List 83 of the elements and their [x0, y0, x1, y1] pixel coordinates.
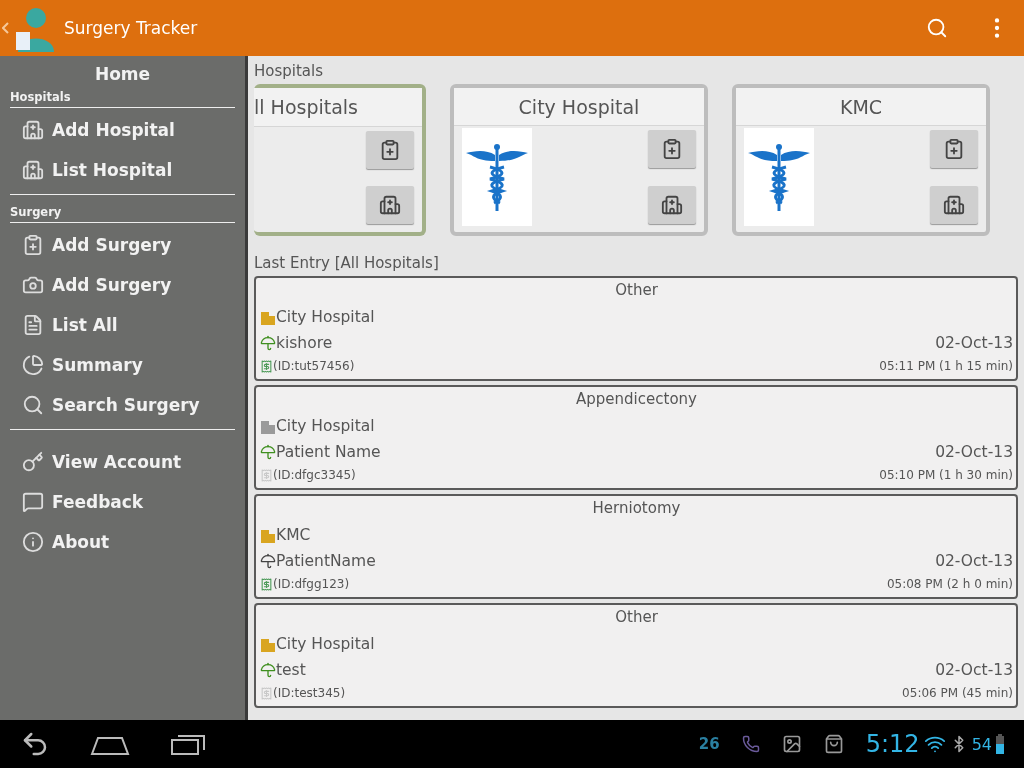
add-surgery-button[interactable] [366, 131, 414, 169]
hospital-icon [661, 194, 683, 216]
message-icon [22, 491, 44, 513]
clipboard-plus-icon [661, 138, 683, 160]
add-surgery-button[interactable] [648, 130, 696, 168]
hospital-card[interactable]: KMC [732, 84, 990, 236]
card-title: ll Hospitals [254, 88, 422, 127]
hospital-icon [379, 194, 401, 216]
section-header: Hospitals [10, 90, 235, 108]
add-hospital-button[interactable] [366, 186, 414, 224]
clipboard-plus-icon [379, 139, 401, 161]
phone-icon [741, 735, 760, 753]
entry-card[interactable]: Herniotomy KMC PatientName 02-Oct-13 (ID:dfgg123) 05:08 PM (2 h 0 min) [254, 494, 1018, 599]
entry-date: 02-Oct-13 [935, 333, 1013, 352]
surgery-name: Other [614, 608, 659, 628]
section-header: Surgery [10, 205, 235, 223]
battery-percentage: 54 [971, 734, 992, 754]
entry-time: 05:10 PM (1 h 30 min) [879, 468, 1013, 483]
patient-id: (ID:dfgg123) [273, 577, 350, 592]
drawer-item[interactable]: List Hospital [10, 150, 235, 190]
recent-apps-button[interactable] [170, 732, 206, 756]
search-icon [22, 394, 44, 416]
surgery-name: Herniotomy [591, 499, 682, 519]
drawer-item[interactable]: List All [10, 305, 235, 345]
drawer-item[interactable]: Feedback [10, 482, 235, 522]
image-icon [781, 734, 802, 754]
edit-hospital-button[interactable] [648, 186, 696, 224]
patient-id: (ID:dfgc3345) [273, 468, 356, 483]
drawer-item[interactable]: View Account [10, 442, 235, 482]
section-label: Last Entry [All Hospitals] [254, 254, 440, 272]
battery-icon [996, 734, 1004, 754]
temperature-text: 26 [698, 735, 720, 753]
entry-date: 02-Oct-13 [935, 442, 1013, 461]
entry-date: 02-Oct-13 [935, 551, 1013, 570]
hospital-card[interactable]: City Hospital [450, 84, 708, 236]
shopping-bag-icon [823, 734, 844, 754]
hospital-name: City Hospital [276, 417, 375, 435]
add-surgery-button[interactable] [930, 130, 978, 168]
info-icon [22, 531, 44, 553]
document-icon [22, 314, 44, 336]
camera-icon [22, 274, 44, 296]
drawer-item[interactable]: About [10, 522, 235, 562]
hospital-plus-icon [22, 119, 44, 141]
drawer-item[interactable]: Search Surgery [10, 385, 235, 425]
patient-name: Patient Name [276, 442, 381, 461]
clipboard-plus-icon [943, 138, 965, 160]
search-icon[interactable] [926, 17, 948, 39]
entry-card[interactable]: Other City Hospital test 02-Oct-13 (ID:test345) 05:06 PM (45 min) [254, 603, 1018, 708]
patient-name: test [276, 660, 306, 679]
entry-card[interactable]: Appendicectony City Hospital Patient Name 02-Oct-13 (ID:dfgc3345) 05:10 PM (1 h 30 min) [254, 385, 1018, 490]
surgery-name: Other [614, 281, 659, 301]
patient-id: (ID:test345) [273, 686, 346, 701]
pie-chart-icon [22, 354, 44, 376]
hospital-name: City Hospital [276, 308, 375, 326]
hospital-icon [22, 159, 44, 181]
hospital-name: City Hospital [276, 635, 375, 653]
entry-time: 05:11 PM (1 h 15 min) [879, 359, 1013, 374]
card-title: KMC [736, 88, 986, 126]
edit-hospital-button[interactable] [930, 186, 978, 224]
entry-date: 02-Oct-13 [935, 660, 1013, 679]
entry-time: 05:06 PM (45 min) [902, 686, 1013, 701]
drawer-title[interactable]: Home [10, 64, 235, 84]
drawer-item[interactable]: Summary [10, 345, 235, 385]
surgery-name: Appendicectony [575, 390, 698, 410]
entry-time: 05:08 PM (2 h 0 min) [886, 577, 1013, 592]
app-title: Surgery Tracker [64, 18, 199, 38]
patient-id: (ID:tut57456) [273, 359, 355, 374]
hospital-card[interactable]: ll Hospitals [254, 84, 426, 236]
card-title: City Hospital [454, 88, 704, 126]
drawer-item[interactable]: Add Hospital [10, 110, 235, 150]
patient-name: PatientName [276, 551, 376, 570]
drawer-item[interactable]: Add Surgery [10, 225, 235, 265]
clipboard-plus-icon [22, 234, 44, 256]
key-icon [22, 451, 44, 473]
drawer-item[interactable]: Add Surgery [10, 265, 235, 305]
hospital-name: KMC [276, 526, 311, 544]
caduceus-icon [466, 141, 528, 213]
entry-card[interactable]: Other City Hospital kishore 02-Oct-13 (ID:tut57456) 05:11 PM (1 h 15 min) [254, 276, 1018, 381]
caduceus-icon [748, 141, 810, 213]
clock: 5:12 [865, 730, 920, 758]
hospital-icon [943, 194, 965, 216]
section-label: Hospitals [254, 62, 325, 80]
patient-name: kishore [276, 333, 333, 352]
